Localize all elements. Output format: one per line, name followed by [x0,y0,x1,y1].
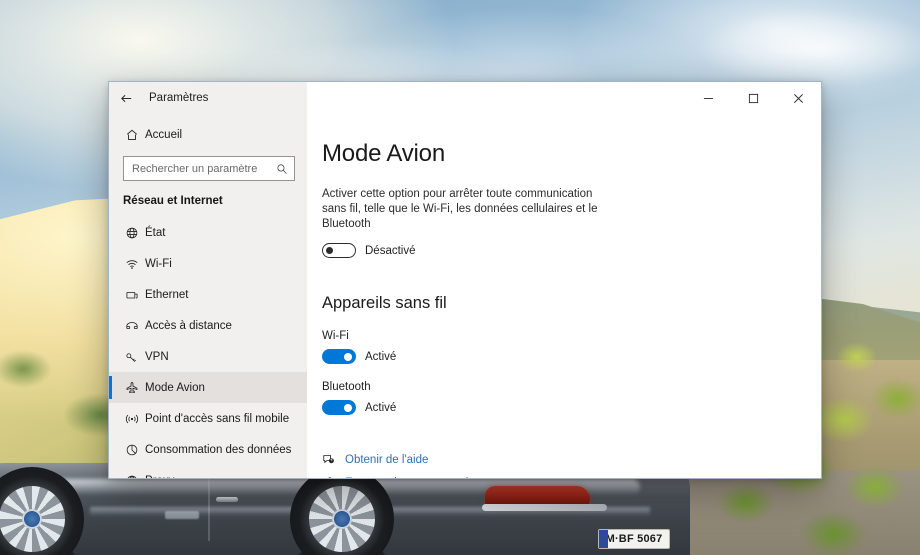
car-door-line [208,479,210,541]
wifi-device-block: Wi-Fi Activé [322,330,821,364]
home-icon [119,128,145,142]
status-globe-icon [119,226,145,240]
sidebar-category-title: Réseau et Internet [123,195,223,207]
car-badge [165,511,199,519]
sidebar-item-mode-avion[interactable]: Mode Avion [109,372,307,403]
window-controls [686,82,821,114]
settings-window: Paramètres Accueil Rechercher un paramèt… [108,81,822,479]
sidebar-search-wrapper [109,156,307,181]
toggle-switch-on[interactable] [322,400,356,415]
sidebar-item-label: Proxy [145,475,174,479]
sidebar-item-etat[interactable]: État [109,217,307,248]
bluetooth-device-label: Bluetooth [322,381,371,393]
desktop: M·BF 5067 Paramètres Accueil Rechercher … [0,0,920,555]
send-feedback-link[interactable]: Envoyer des commentaires [322,476,821,478]
sidebar-item-label: Accès à distance [145,319,232,332]
search-box[interactable] [123,156,295,181]
wifi-icon [119,257,145,271]
airplane-mode-toggle[interactable]: Désactivé [322,243,416,258]
send-feedback-link-label: Envoyer des commentaires [345,477,484,479]
get-help-link-label: Obtenir de l'aide [345,453,429,466]
bluetooth-device-block: Bluetooth Activé [322,381,821,415]
car-license-plate: M·BF 5067 [598,529,670,549]
get-help-link[interactable]: Obtenir de l'aide [322,453,821,466]
window-title: Paramètres [149,92,209,104]
airplane-mode-description: Activer cette option pour arrêter toute … [322,188,598,230]
close-button[interactable] [776,82,821,114]
maximize-button[interactable] [731,82,776,114]
sidebar-item-label: Ethernet [145,288,189,301]
sidebar-item-point-dacces-mobile[interactable]: Point d'accès sans fil mobile [109,403,307,434]
back-button[interactable] [109,82,143,114]
sidebar-item-vpn[interactable]: VPN [109,341,307,372]
data-usage-icon [119,443,145,457]
sidebar-item-label: VPN [145,350,169,363]
sidebar-item-consommation-donnees[interactable]: Consommation des données [109,434,307,465]
minimize-button[interactable] [686,82,731,114]
toggle-switch-off[interactable] [322,243,356,258]
sidebar-item-label: Consommation des données [145,443,292,456]
sidebar-item-label: Wi-Fi [145,257,172,270]
search-input[interactable] [132,162,276,175]
help-question-icon [322,453,336,466]
wifi-device-label: Wi-Fi [322,330,349,342]
car-wheel-hub [22,509,42,529]
settings-content: Mode Avion Activer cette option pour arr… [307,114,821,478]
sidebar-item-ethernet[interactable]: Ethernet [109,279,307,310]
car-taillight-strip [482,504,607,511]
titlebar-drag-area[interactable] [307,82,686,114]
sidebar-item-label: État [145,226,166,239]
page-title: Mode Avion [322,140,445,167]
sidebar-nav-list: État Wi-Fi Ethernet Accès à distance VPN… [109,217,307,478]
toggle-switch-on[interactable] [322,349,356,364]
bluetooth-toggle-label: Activé [365,401,397,414]
sidebar-item-acces-a-distance[interactable]: Accès à distance [109,310,307,341]
wifi-toggle-label: Activé [365,350,397,363]
hotspot-icon [119,412,145,426]
vpn-key-icon [119,350,145,364]
sidebar-item-label: Point d'accès sans fil mobile [145,412,290,425]
toggle-knob [344,352,352,361]
sidebar-item-label: Mode Avion [145,381,205,394]
sidebar-item-wifi[interactable]: Wi-Fi [109,248,307,279]
feedback-person-icon [322,476,336,478]
sidebar-item-home[interactable]: Accueil [109,118,307,152]
sidebar-item-proxy[interactable]: Proxy [109,465,307,478]
toggle-knob [326,247,333,254]
airplane-mode-toggle-label: Désactivé [365,244,416,257]
proxy-globe-icon [119,474,145,478]
car-door-handle [216,497,238,502]
search-icon[interactable] [276,163,288,175]
sidebar-item-home-label: Accueil [145,129,183,141]
car-wheel-hub [332,509,352,529]
window-body: Accueil Réseau et Internet [109,114,821,478]
settings-sidebar: Accueil Réseau et Internet [109,114,307,478]
ethernet-icon [119,288,145,302]
titlebar-left-zone: Paramètres [109,82,307,114]
dialup-phone-icon [119,319,145,333]
airplane-icon [119,381,145,395]
window-titlebar[interactable]: Paramètres [109,82,821,114]
wireless-devices-section-title: Appareils sans fil [322,294,447,312]
help-links: Obtenir de l'aide Envoyer des commentair… [322,453,821,478]
wifi-toggle[interactable]: Activé [322,349,396,364]
toggle-knob [344,403,352,412]
bluetooth-toggle[interactable]: Activé [322,400,396,415]
